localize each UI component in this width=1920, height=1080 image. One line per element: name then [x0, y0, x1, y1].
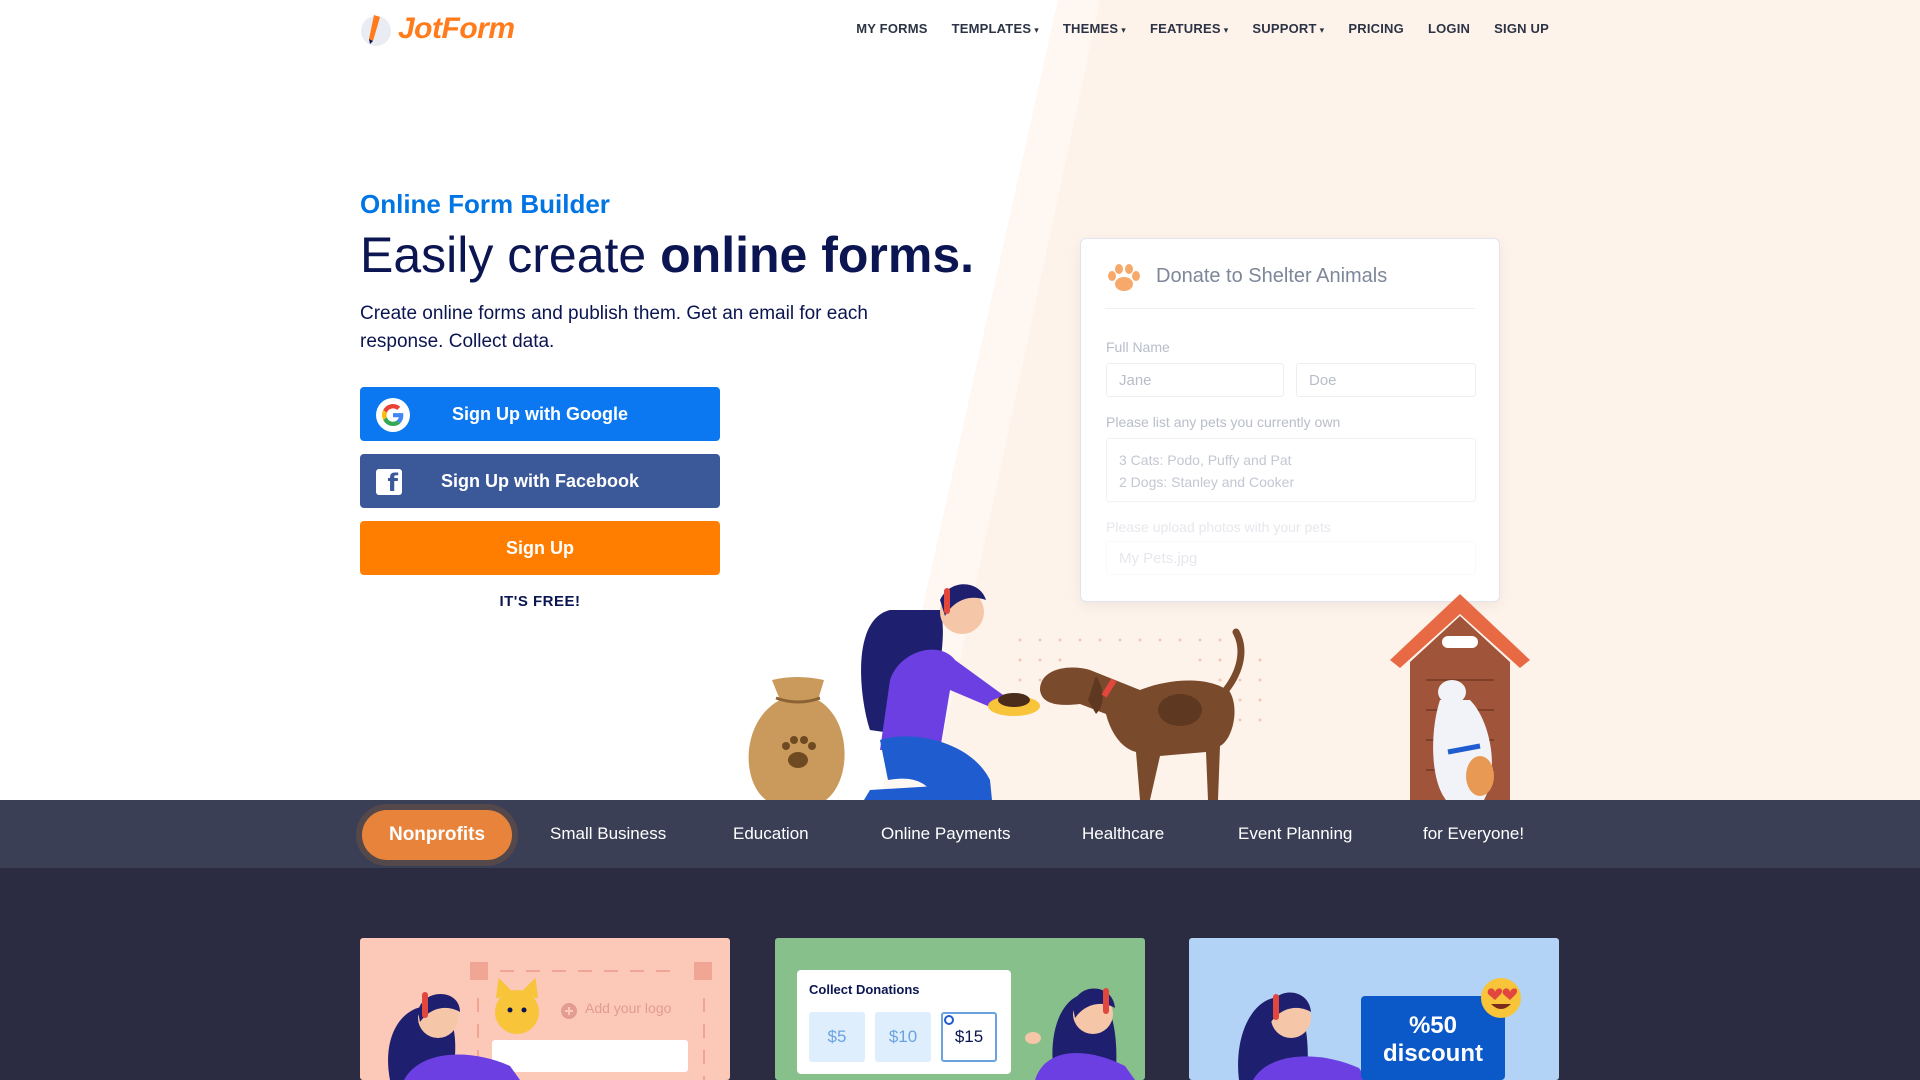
- google-signup-button[interactable]: Sign Up with Google: [360, 387, 720, 441]
- upload-label: Please upload photos with your pets: [1106, 519, 1331, 535]
- free-note: IT'S FREE!: [499, 593, 581, 610]
- feature-tile-donations[interactable]: Collect Donations $5 $10 $15: [775, 938, 1145, 1080]
- donate-card-title: Donate to Shelter Animals: [1156, 265, 1388, 287]
- category-tab-small-business[interactable]: Small Business: [550, 824, 666, 844]
- doghouse: [1390, 594, 1530, 800]
- category-tab-online-payments[interactable]: Online Payments: [881, 824, 1010, 844]
- divider: [1105, 308, 1475, 309]
- nav-label: SUPPORT: [1252, 21, 1317, 36]
- caret-down-icon: ▾: [1121, 25, 1126, 35]
- category-tab-event-planning[interactable]: Event Planning: [1238, 824, 1352, 844]
- donation-amount-5[interactable]: $5: [809, 1012, 865, 1062]
- nav-label: THEMES: [1062, 21, 1119, 36]
- category-tab-education[interactable]: Education: [733, 824, 809, 844]
- hero-illustration: [748, 584, 1530, 800]
- nav-label: PRICING: [1348, 21, 1404, 36]
- logo-mark-icon: [361, 15, 391, 46]
- hero-headline: Easily create online forms.: [360, 226, 974, 284]
- nav-templates[interactable]: TEMPLATES ▾: [952, 21, 1039, 36]
- donation-card: Collect Donations $5 $10 $15: [797, 970, 1011, 1074]
- hero-subcopy: Create online forms and publish them. Ge…: [360, 303, 868, 352]
- facebook-button-label: Sign Up with Facebook: [440, 470, 639, 491]
- top-header: JotForm MY FORMS TEMPLATES ▾ THEMES ▾ FEAT…: [0, 0, 1920, 60]
- jotform-logo[interactable]: JotForm: [360, 11, 515, 47]
- nav-label: MY FORMS: [856, 21, 928, 36]
- donate-form-card: Donate to Shelter Animals Full Name Jane…: [1080, 238, 1500, 602]
- nav-sign-up[interactable]: SIGN UP: [1494, 21, 1549, 36]
- feature-tile-logo[interactable]: Add your logo: [360, 938, 730, 1080]
- first-name-field[interactable]: Jane: [1106, 363, 1284, 397]
- dog-figure: [1040, 628, 1245, 800]
- add-logo-label: Add your logo: [585, 1000, 672, 1016]
- google-button-label: Sign Up with Google: [452, 403, 628, 424]
- tile-logo-illustration: [388, 962, 712, 1080]
- nav-login[interactable]: LOGIN: [1428, 21, 1470, 36]
- facebook-signup-button[interactable]: f Sign Up with Facebook: [360, 454, 720, 508]
- facebook-icon: f: [376, 469, 402, 495]
- hero-eyebrow: Online Form Builder: [360, 189, 610, 219]
- pets-line-1: 3 Cats: Podo, Puffy and Pat: [1119, 452, 1292, 468]
- nav-label: TEMPLATES: [951, 21, 1032, 36]
- nav-themes[interactable]: THEMES ▾: [1063, 21, 1126, 36]
- nav-my-forms[interactable]: MY FORMS: [856, 21, 927, 36]
- upload-field[interactable]: My Pets.jpg: [1106, 541, 1476, 575]
- nav-support[interactable]: SUPPORT ▾: [1252, 21, 1324, 36]
- nav-pricing[interactable]: PRICING: [1348, 21, 1404, 36]
- heart-eyes-emoji-icon: [1481, 978, 1521, 1018]
- category-tab-for-everyone[interactable]: for Everyone!: [1423, 824, 1524, 844]
- nav-label: LOGIN: [1427, 21, 1471, 36]
- headline-bold: online forms.: [660, 227, 975, 283]
- tile-discount-person: [1238, 992, 1367, 1080]
- tile-donation-person: [1025, 988, 1135, 1080]
- signup-button[interactable]: Sign Up: [360, 521, 720, 575]
- paw-icon: [1108, 264, 1140, 291]
- category-bar: Nonprofits Small Business Education Onli…: [0, 800, 1920, 868]
- caret-down-icon: ▾: [1319, 25, 1325, 35]
- last-name-field[interactable]: Doe: [1296, 363, 1476, 397]
- full-name-label: Full Name: [1106, 339, 1170, 355]
- discount-label: discount: [1383, 1040, 1483, 1067]
- pets-line-2: 2 Dogs: Stanley and Cooker: [1119, 474, 1295, 490]
- donation-amount-10[interactable]: $10: [875, 1012, 931, 1062]
- google-icon: [376, 398, 410, 432]
- headline-light: Easily create: [360, 227, 661, 283]
- pets-textarea[interactable]: 3 Cats: Podo, Puffy and Pat 2 Dogs: Stan…: [1106, 438, 1476, 502]
- nav-label: SIGN UP: [1494, 21, 1549, 36]
- donation-card-title: Collect Donations: [809, 982, 920, 997]
- woman-figure: [861, 584, 1040, 800]
- logo-text: JotForm: [398, 12, 515, 45]
- caret-down-icon: ▾: [1034, 25, 1039, 35]
- category-tab-healthcare[interactable]: Healthcare: [1082, 824, 1164, 844]
- food-bag: [748, 677, 845, 800]
- nav-label: FEATURES: [1150, 21, 1221, 36]
- nav-features[interactable]: FEATURES ▾: [1150, 21, 1228, 36]
- feature-tile-discount[interactable]: %50 discount: [1189, 938, 1559, 1080]
- signup-button-label: Sign Up: [506, 537, 574, 558]
- pets-label: Please list any pets you currently own: [1106, 414, 1341, 430]
- caret-down-icon: ▾: [1223, 25, 1229, 35]
- radio-selected-icon: [944, 1015, 954, 1025]
- main-nav: MY FORMS TEMPLATES ▾ THEMES ▾ FEATURES ▾ SU…: [856, 21, 1549, 36]
- category-tab-nonprofits[interactable]: Nonprofits: [362, 810, 512, 860]
